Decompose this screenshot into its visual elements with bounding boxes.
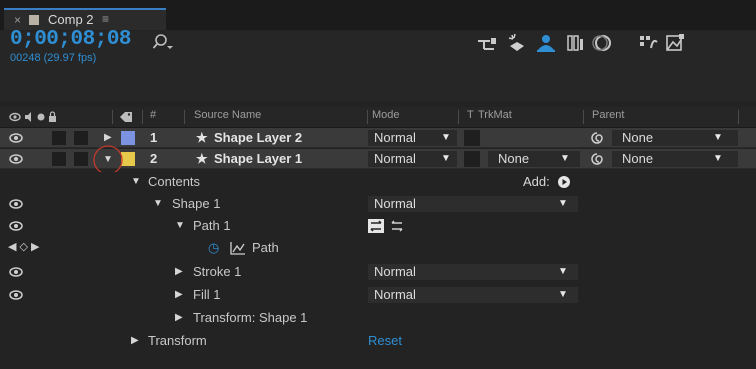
expand-arrow-icon[interactable]: ▶ (175, 266, 183, 277)
eye-icon[interactable] (9, 219, 23, 233)
solo-switch[interactable] (52, 131, 66, 145)
chevron-down-icon: ▼ (558, 289, 568, 300)
pick-whip-icon[interactable] (590, 131, 604, 145)
property-label: Path (252, 240, 279, 255)
property-row-fill-1[interactable]: ▶ Fill 1 Normal ▼ (0, 285, 756, 305)
av-features-icons (9, 111, 56, 122)
collapse-arrow-icon[interactable]: ▼ (175, 220, 185, 231)
expand-arrow-icon[interactable]: ▶ (175, 289, 183, 300)
graph-icon[interactable] (230, 241, 246, 255)
collapse-arrow-icon[interactable]: ▼ (153, 198, 163, 209)
column-t: T (467, 109, 474, 121)
tab-title: Comp 2 (48, 12, 94, 27)
mode-value: Normal (374, 287, 416, 302)
mode-value: Normal (374, 196, 416, 211)
property-row-path[interactable]: ◀ ◇ ▶ ◷ Path (0, 238, 756, 258)
tab-close-icon[interactable]: × (14, 13, 21, 27)
chevron-down-icon: ▼ (558, 198, 568, 209)
motion-blur-icon[interactable] (591, 32, 613, 54)
property-label: Stroke 1 (193, 264, 242, 279)
property-row-stroke-1[interactable]: ▶ Stroke 1 Normal ▼ (0, 262, 756, 282)
frame-blending-icon[interactable] (564, 32, 586, 54)
chevron-down-icon: ▼ (558, 266, 568, 277)
tab-bar: × Comp 2 ≡ (0, 0, 756, 30)
expand-arrow-icon[interactable]: ▶ (175, 312, 183, 323)
eye-icon[interactable] (9, 152, 23, 166)
preserve-transparency-checkbox[interactable] (464, 151, 480, 167)
chevron-down-icon: ▼ (441, 153, 451, 164)
search-icon[interactable] (153, 33, 193, 51)
eye-icon[interactable] (9, 197, 23, 211)
trkmat-value: None (498, 151, 530, 166)
chevron-down-icon: ▼ (441, 132, 451, 143)
eye-icon[interactable] (9, 265, 23, 279)
add-label: Add: (523, 174, 550, 189)
eye-icon[interactable] (9, 288, 23, 302)
draft-3d-icon[interactable] (506, 32, 528, 54)
label-tag-icon (120, 112, 132, 122)
property-row-path-1[interactable]: ▼ Path 1 (0, 216, 756, 236)
mode-value: Normal (374, 264, 416, 279)
add-menu-icon[interactable] (557, 175, 571, 189)
path-direction-reversed-icon[interactable] (389, 219, 405, 233)
graph-editor-icon[interactable] (637, 32, 659, 54)
layer-name[interactable]: Shape Layer 1 (214, 151, 302, 166)
parent-value: None (622, 151, 654, 166)
reset-link[interactable]: Reset (368, 333, 402, 348)
layer-name[interactable]: Shape Layer 2 (214, 130, 302, 145)
lock-switch[interactable] (74, 152, 88, 166)
brainstorm-icon[interactable] (664, 32, 686, 54)
parent-value: None (622, 130, 654, 145)
column-mode: Mode (372, 109, 400, 121)
preserve-transparency-checkbox[interactable] (464, 130, 480, 146)
property-label: Fill 1 (193, 287, 221, 302)
comp-mini-flowchart-icon[interactable] (476, 33, 498, 55)
eye-icon[interactable] (9, 131, 23, 145)
property-label: Transform (148, 333, 207, 348)
solo-switch[interactable] (52, 152, 66, 166)
comp-color-swatch (29, 15, 39, 25)
timeline-header: 0;00;08;08 00248 (29.97 fps) (0, 28, 756, 101)
lock-switch[interactable] (74, 131, 88, 145)
tab-menu-icon[interactable]: ≡ (102, 12, 109, 26)
mode-value: Normal (374, 151, 416, 166)
layer-number: 1 (150, 130, 158, 145)
expand-arrow-icon[interactable]: ▶ (131, 335, 139, 346)
property-row-transform-shape-1[interactable]: ▶ Transform: Shape 1 (0, 308, 756, 328)
chevron-down-icon: ▼ (713, 153, 723, 164)
column-header-row: # Source Name Mode T TrkMat Parent (0, 107, 756, 128)
stopwatch-icon[interactable]: ◷ (208, 240, 219, 256)
pick-whip-icon[interactable] (590, 152, 604, 166)
star-icon: ★ (196, 151, 208, 166)
property-label: Path 1 (193, 218, 231, 233)
column-parent: Parent (592, 109, 625, 121)
star-icon: ★ (196, 130, 208, 145)
property-label: Transform: Shape 1 (193, 310, 308, 325)
path-direction-icon[interactable] (368, 219, 384, 233)
property-label: Contents (148, 174, 201, 189)
column-source-name[interactable]: Source Name (194, 109, 261, 121)
frame-count: 00248 (29.97 fps) (10, 52, 97, 64)
property-row-transform[interactable]: ▶ Transform Reset (0, 331, 756, 351)
property-row-shape-1[interactable]: ▼ Shape 1 Normal ▼ (0, 194, 756, 214)
chevron-down-icon: ▼ (713, 132, 723, 143)
property-label: Shape 1 (172, 196, 221, 211)
column-trkmat: TrkMat (478, 109, 512, 121)
shy-layers-icon[interactable] (535, 32, 557, 54)
layer-number: 2 (150, 151, 158, 166)
current-time-display[interactable]: 0;00;08;08 (10, 28, 132, 51)
mode-value: Normal (374, 130, 416, 145)
column-number: # (150, 109, 157, 121)
expand-arrow-icon[interactable]: ▶ (104, 132, 112, 143)
collapse-arrow-icon[interactable]: ▼ (131, 176, 141, 187)
property-row-contents[interactable]: ▼ Contents Add: (0, 172, 756, 192)
chevron-down-icon: ▼ (560, 153, 570, 164)
tab-comp-2[interactable]: × Comp 2 ≡ (4, 8, 166, 30)
layer-label-color[interactable] (121, 131, 135, 145)
keyframe-navigator-icon[interactable]: ◀ ◇ ▶ (8, 240, 40, 253)
